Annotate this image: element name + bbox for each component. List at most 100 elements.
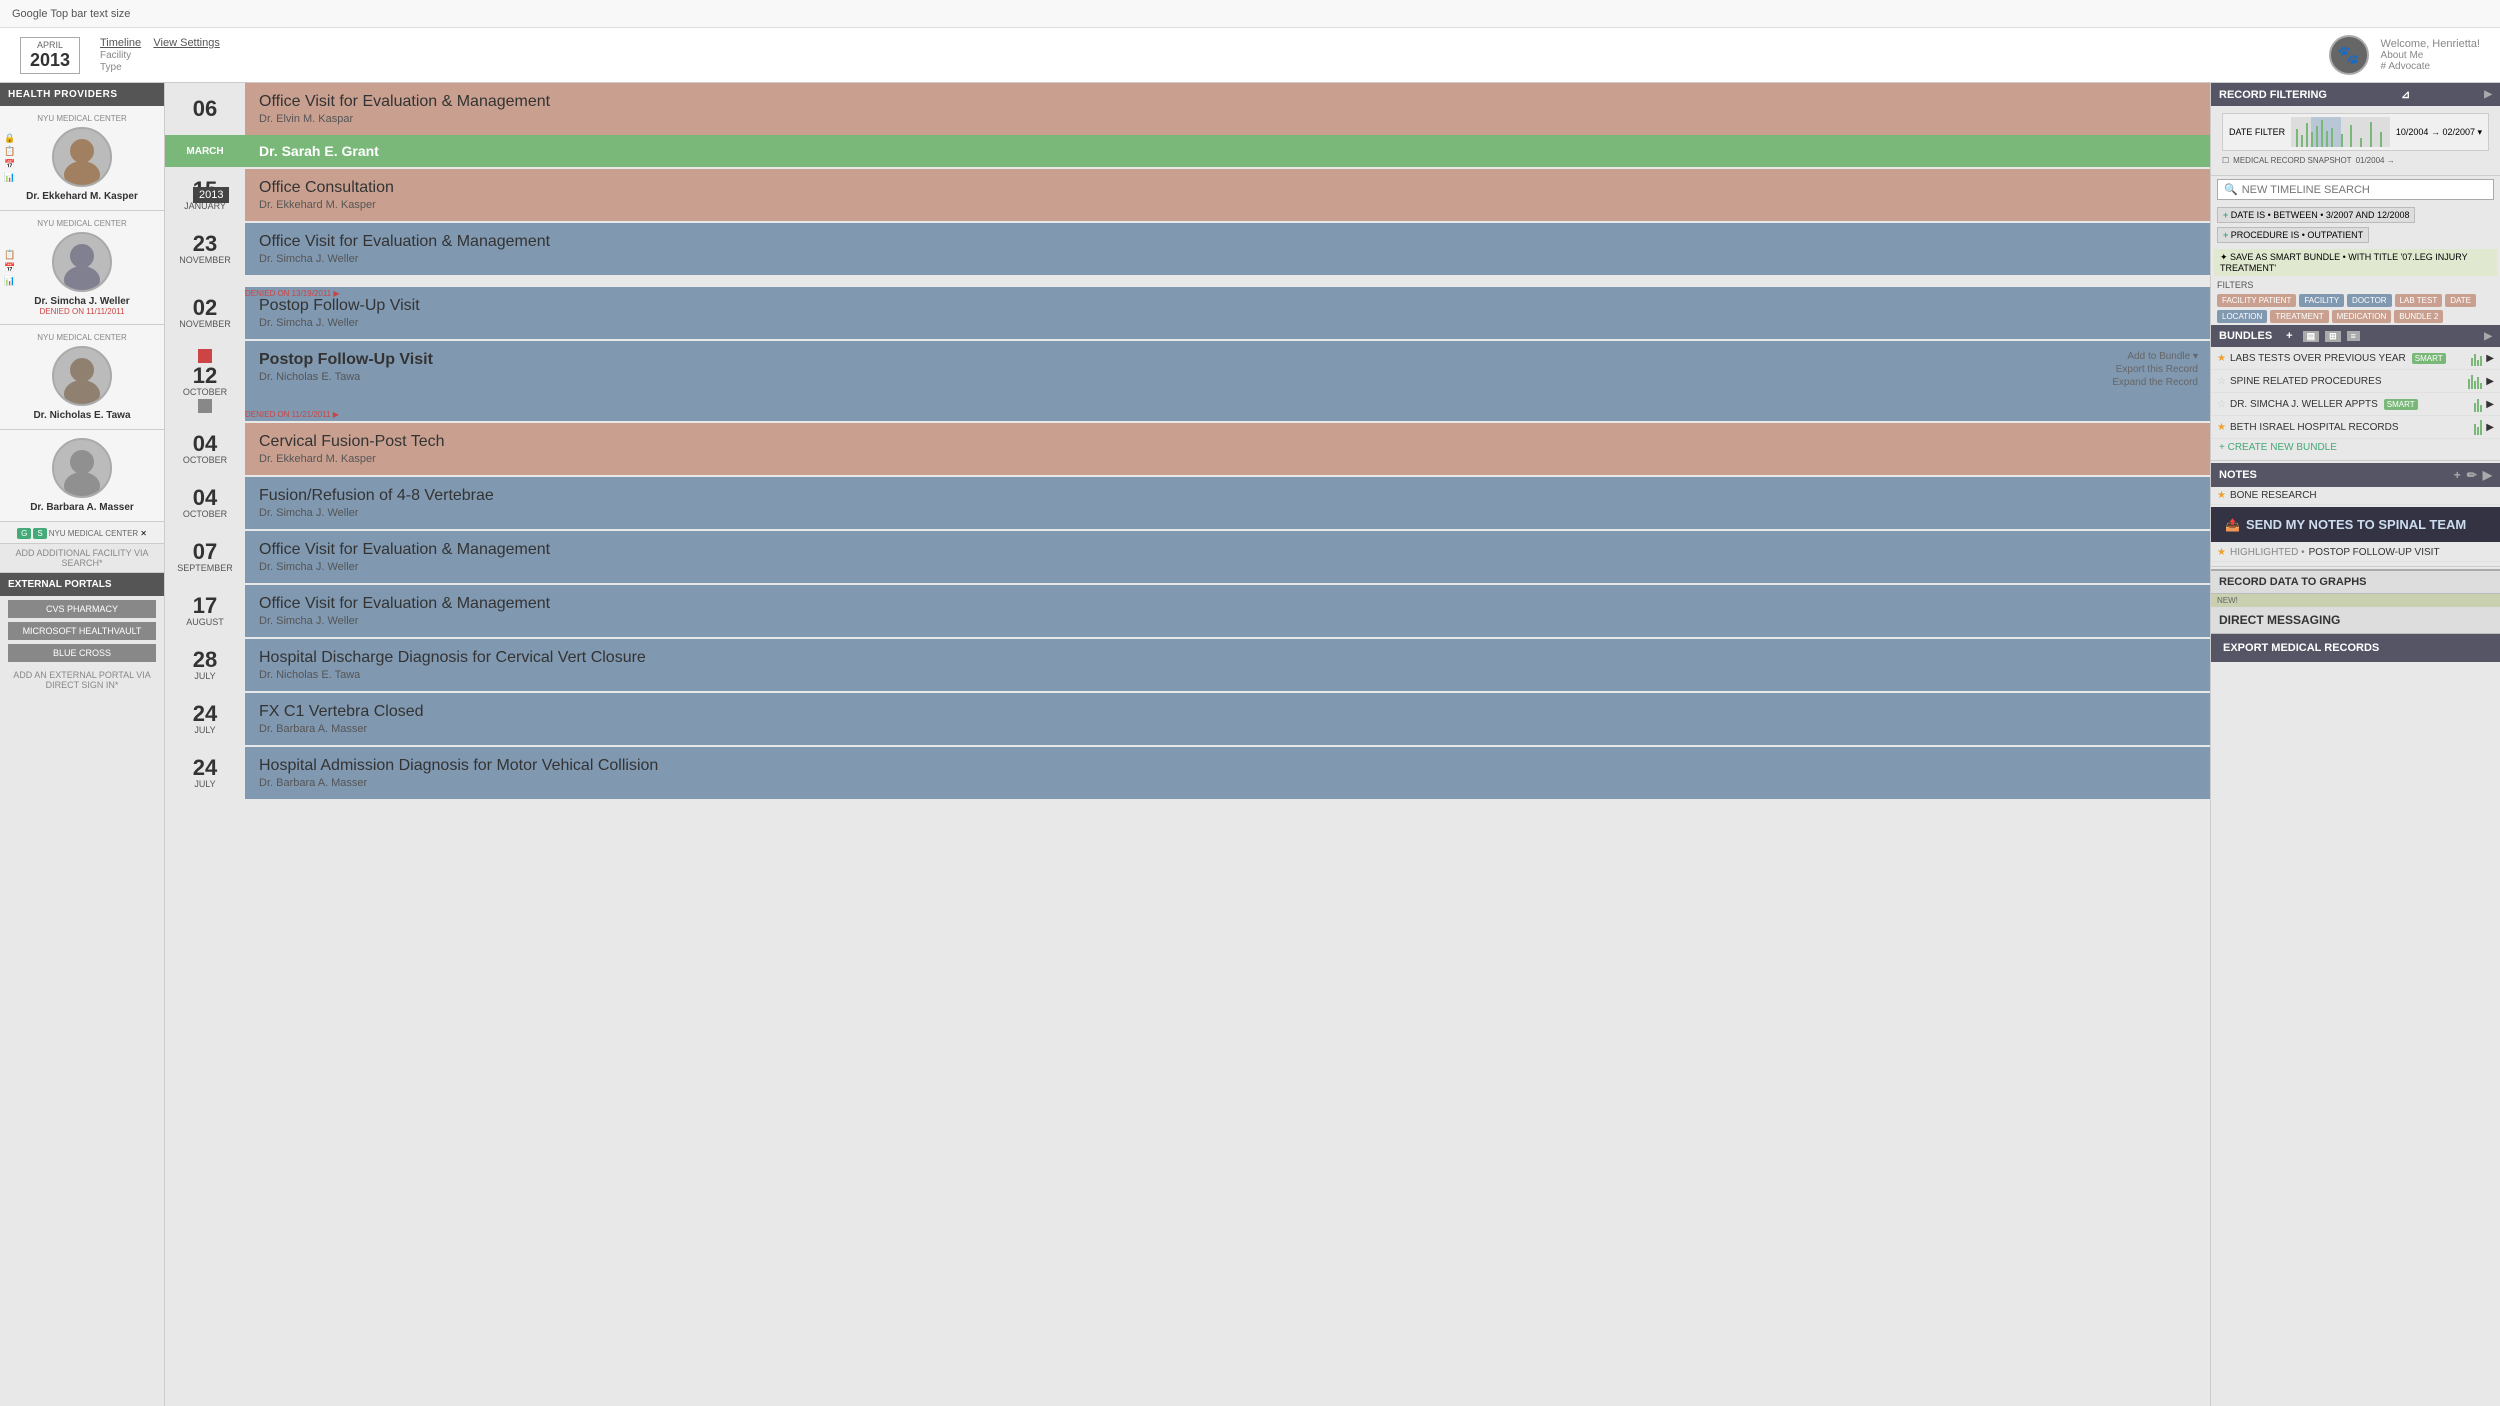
date-month-jul28: JULY — [194, 671, 215, 681]
view-settings-link[interactable]: View Settings — [153, 37, 219, 49]
card-nov23[interactable]: Office Visit for Evaluation & Management… — [245, 223, 2210, 275]
advocate-link[interactable]: # Advocate — [2381, 61, 2480, 72]
action-expand[interactable]: Expand the Record — [2112, 377, 2198, 388]
bundles-collapse[interactable]: ▶ — [2484, 331, 2492, 342]
notes-collapse[interactable]: ▶ — [2483, 468, 2492, 482]
provider-card[interactable]: 📋📅📊 NYU MEDICAL CENTER Dr. Simcha J. Wel… — [0, 211, 164, 325]
timeline-entry-oct12[interactable]: 12 OCTOBER Postop Follow-Up Visit Dr. Ni… — [165, 341, 2210, 421]
bundle-arrow-1[interactable]: ▶ — [2486, 376, 2494, 387]
card-aug17[interactable]: Office Visit for Evaluation & Management… — [245, 585, 2210, 637]
card-sep07[interactable]: Office Visit for Evaluation & Management… — [245, 531, 2210, 583]
timeline-entry-nov23[interactable]: 23 NOVEMBER Office Visit for Evaluation … — [165, 223, 2210, 275]
portal-cvs[interactable]: CVS PHARMACY — [8, 600, 156, 618]
notes-add-icon[interactable]: + — [2454, 468, 2461, 482]
chip-facility-patient[interactable]: FACILITY PATIENT — [2217, 294, 2296, 307]
march-bar[interactable]: MARCH Dr. Sarah E. Grant — [165, 135, 2210, 167]
chip-treatment[interactable]: TREATMENT — [2270, 310, 2328, 323]
header: APRIL 2013 Timeline View Settings Facili… — [0, 28, 2500, 83]
chip-date[interactable]: DATE — [2445, 294, 2476, 307]
timeline-area[interactable]: 06 Office Visit for Evaluation & Managem… — [165, 83, 2210, 1406]
bundle-arrow-3[interactable]: ▶ — [2486, 422, 2494, 433]
action-export[interactable]: Export this Record — [2116, 364, 2198, 375]
timeline-entry-oct04a[interactable]: 04 OCTOBER Cervical Fusion-Post Tech Dr.… — [165, 423, 2210, 475]
chart-bar — [2350, 125, 2352, 148]
card-nov02[interactable]: Postop Follow-Up Visit Dr. Simcha J. Wel… — [245, 287, 2210, 339]
note-bone-research[interactable]: ★ BONE RESEARCH — [2211, 487, 2500, 505]
provider-avatar-2 — [52, 346, 112, 406]
bar — [2471, 375, 2473, 389]
search-box[interactable]: 🔍 — [2217, 179, 2494, 200]
facility-close[interactable]: ✕ — [140, 529, 147, 538]
note-highlighted[interactable]: ★ HIGHLIGHTED • POSTOP FOLLOW-UP VISIT — [2211, 544, 2500, 562]
health-providers-title: HEALTH PROVIDERS — [0, 83, 164, 106]
card-jan15[interactable]: Office Consultation Dr. Ekkehard M. Kasp… — [245, 169, 2210, 221]
portal-bluecross[interactable]: BLUE CROSS — [8, 644, 156, 662]
collapse-icon[interactable]: ▶ — [2484, 89, 2492, 100]
bundle-arrow-0[interactable]: ▶ — [2486, 353, 2494, 364]
portal-healthvault[interactable]: MICROSOFT HEALTHVAULT — [8, 622, 156, 640]
date-num-oct04b: 04 — [193, 487, 217, 509]
timeline-entry-sep07[interactable]: 07 SEPTEMBER Office Visit for Evaluation… — [165, 531, 2210, 583]
card-top[interactable]: Office Visit for Evaluation & Management… — [245, 83, 2210, 135]
smart-bundle-save[interactable]: ✦ SAVE AS SMART BUNDLE • WITH TITLE '07.… — [2214, 249, 2497, 276]
action-add-bundle[interactable]: Add to Bundle ▾ — [2127, 351, 2198, 362]
chip-bundle2[interactable]: BUNDLE 2 — [2394, 310, 2443, 323]
bundle-add-icon[interactable]: + — [2286, 330, 2292, 342]
chip-location[interactable]: LOCATION — [2217, 310, 2267, 323]
note-spinal-team-row[interactable]: 📤 SEND MY NOTES TO SPINAL TEAM — [2211, 507, 2500, 542]
timeline-entry-oct04b[interactable]: 04 OCTOBER Fusion/Refusion of 4-8 Verteb… — [165, 477, 2210, 529]
create-new-bundle[interactable]: + CREATE NEW BUNDLE — [2211, 439, 2500, 456]
export-medical-records-button[interactable]: EXPORT MEDICAL RECORDS — [2211, 634, 2500, 662]
chip-medication[interactable]: MEDICATION — [2332, 310, 2392, 323]
filter-date[interactable]: + DATE IS • BETWEEN • 3/2007 AND 12/2008 — [2217, 207, 2415, 223]
chip-facility[interactable]: FACILITY — [2299, 294, 2344, 307]
card-jul24a[interactable]: FX C1 Vertebra Closed Dr. Barbara A. Mas… — [245, 693, 2210, 745]
search-input[interactable] — [2242, 184, 2487, 196]
date-range[interactable]: 10/2004 → 02/2007 ▾ — [2396, 127, 2482, 138]
provider-card[interactable]: 🔒📋📅📊 NYU MEDICAL CENTER Dr. Ekkehard M. … — [0, 106, 164, 211]
provider-card[interactable]: NYU MEDICAL CENTER Dr. Nicholas E. Tawa — [0, 325, 164, 430]
alert-icon-oct12 — [198, 349, 212, 363]
snapshot-checkbox[interactable]: ☐ — [2222, 156, 2229, 165]
timeline-entry-aug17[interactable]: 17 AUGUST Office Visit for Evaluation & … — [165, 585, 2210, 637]
date-month-nov23: NOVEMBER — [179, 255, 231, 265]
record-data-graphs[interactable]: RECORD DATA TO GRAPHS — [2211, 569, 2500, 594]
timeline-entry-jul24a[interactable]: 24 JULY FX C1 Vertebra Closed Dr. Barbar… — [165, 693, 2210, 745]
filter-icon[interactable]: ⊿ — [2401, 88, 2410, 101]
bundle-item-bethisrael[interactable]: ★ BETH ISRAEL HOSPITAL RECORDS ▶ — [2211, 416, 2500, 439]
bundle-item-spine[interactable]: ☆ SPINE RELATED PROCEDURES ▶ — [2211, 370, 2500, 393]
filter-chart[interactable] — [2291, 117, 2390, 147]
bundle-item-simcha[interactable]: ☆ DR. SIMCHA J. WELLER APPTS SMART ▶ — [2211, 393, 2500, 416]
chart-bar — [2306, 123, 2308, 147]
timeline-entry-top[interactable]: 06 Office Visit for Evaluation & Managem… — [165, 83, 2210, 135]
bundle-icon-1[interactable]: ▤ — [2303, 331, 2320, 342]
card-oct04a[interactable]: Cervical Fusion-Post Tech Dr. Ekkehard M… — [245, 423, 2210, 475]
card-oct12[interactable]: Postop Follow-Up Visit Dr. Nicholas E. T… — [245, 341, 2210, 421]
timeline-entry-jul24b[interactable]: 24 JULY Hospital Admission Diagnosis for… — [165, 747, 2210, 799]
notes-section: NOTES + ✏ ▶ ★ BONE RESEARCH 📤 SEND MY NO… — [2211, 463, 2500, 567]
timeline-entry-jul28[interactable]: 28 JULY Hospital Discharge Diagnosis for… — [165, 639, 2210, 691]
bundle-icon-3[interactable]: ≡ — [2347, 331, 2360, 341]
date-box[interactable]: APRIL 2013 — [20, 37, 80, 74]
chip-lab-test[interactable]: LAB TEST — [2395, 294, 2443, 307]
timeline-entry-nov02[interactable]: 02 NOVEMBER Postop Follow-Up Visit Dr. S… — [165, 287, 2210, 339]
bar — [2477, 377, 2479, 389]
date-col-top: 06 — [165, 83, 245, 135]
timeline-link[interactable]: Timeline — [100, 37, 141, 49]
timeline-entry-jan15[interactable]: 15 JANUARY Office Consultation Dr. Ekkeh… — [165, 169, 2210, 221]
about-me-link[interactable]: About Me — [2381, 50, 2480, 61]
header-month: APRIL — [29, 40, 71, 50]
filter-procedure[interactable]: + PROCEDURE IS • OUTPATIENT — [2217, 227, 2369, 243]
chip-doctor[interactable]: DOCTOR — [2347, 294, 2392, 307]
add-facility[interactable]: ADD ADDITIONAL FACILITY VIA SEARCH* — [0, 544, 164, 573]
card-oct04b[interactable]: Fusion/Refusion of 4-8 Vertebrae Dr. Sim… — [245, 477, 2210, 529]
bundle-arrow-2[interactable]: ▶ — [2486, 399, 2494, 410]
provider-card[interactable]: Dr. Barbara A. Masser — [0, 430, 164, 522]
card-jul28[interactable]: Hospital Discharge Diagnosis for Cervica… — [245, 639, 2210, 691]
notes-pencil-icon[interactable]: ✏ — [2467, 468, 2477, 482]
add-portal[interactable]: ADD AN EXTERNAL PORTAL VIA DIRECT SIGN I… — [0, 666, 164, 694]
bundle-item-labs[interactable]: ★ LABS TESTS OVER PREVIOUS YEAR SMART ▶ — [2211, 347, 2500, 370]
bundle-icon-2[interactable]: ⊞ — [2325, 331, 2341, 342]
direct-messaging[interactable]: DIRECT MESSAGING — [2211, 607, 2500, 634]
card-jul24b[interactable]: Hospital Admission Diagnosis for Motor V… — [245, 747, 2210, 799]
